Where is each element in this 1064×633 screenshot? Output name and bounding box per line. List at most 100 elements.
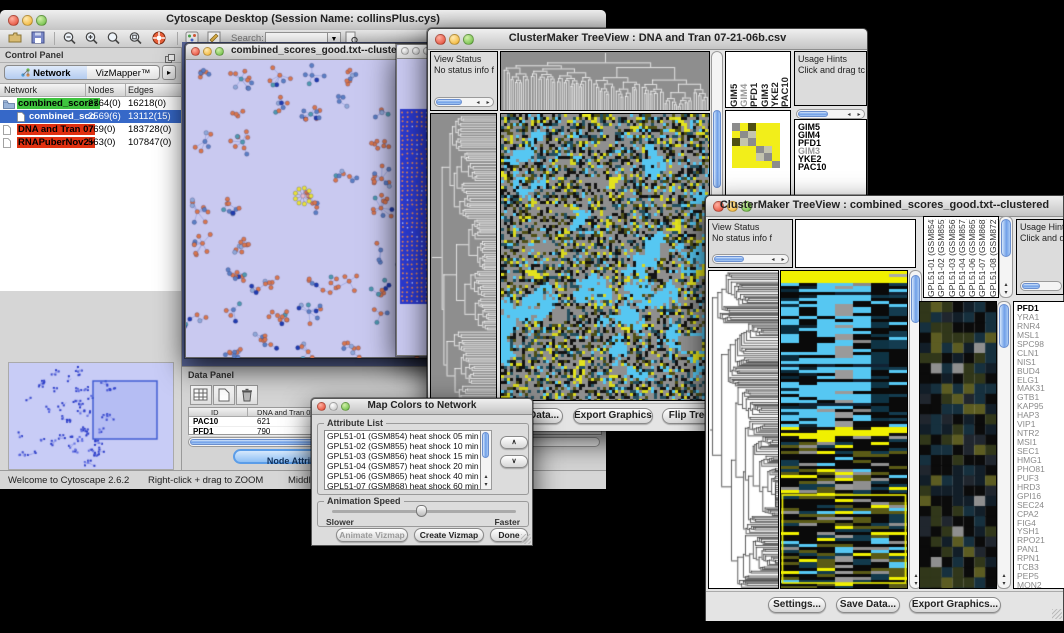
matrix-cell[interactable] [740, 153, 748, 161]
scroll-left-icon[interactable] [844, 112, 854, 118]
tv2-row-dendrogram[interactable] [709, 271, 778, 588]
create-vizmap-button[interactable]: Create Vizmap [414, 528, 484, 542]
scroll-up-icon[interactable] [481, 474, 491, 480]
export-graphics-button[interactable]: Export Graphics... [909, 597, 1001, 613]
rot-item[interactable]: GPL51-01 (GSM854) [926, 219, 936, 297]
animate-vizmap-button[interactable]: Animate Vizmap [336, 528, 408, 542]
rn-item[interactable]: PAC10 [798, 163, 866, 171]
matrix-cell[interactable] [772, 146, 780, 154]
matrix-cell[interactable] [772, 153, 780, 161]
minimize-icon[interactable] [412, 47, 420, 55]
network-tree-row[interactable]: combined_scores2764(0)16218(0) [0, 97, 181, 110]
tab-network[interactable]: Network [4, 65, 88, 80]
tv1-column-labels[interactable]: GIM5GIM4PFD1GIM3YKE2PAC10 [725, 51, 791, 108]
matrix-cell[interactable] [732, 146, 740, 154]
view-status-scrollbar[interactable] [712, 254, 789, 264]
save-icon[interactable] [31, 31, 47, 45]
network-tree-row[interactable]: DNA and Tran 07769(0)183728(0) [0, 123, 181, 136]
matrix-cell[interactable] [756, 146, 764, 154]
matrix-cell[interactable] [764, 161, 772, 169]
scroll-right-icon[interactable] [854, 112, 864, 118]
move-down-button[interactable]: ∨ [500, 455, 528, 468]
rot-item[interactable]: GPL51-03 (GSM856) [947, 219, 957, 297]
tv2-collabel-scrollbar[interactable] [999, 216, 1013, 298]
matrix-cell[interactable] [764, 131, 772, 139]
open-file-icon[interactable] [8, 31, 24, 45]
rot-item[interactable]: YKE2 [770, 54, 780, 107]
matrix-cell[interactable] [740, 146, 748, 154]
matrix-cell[interactable] [756, 123, 764, 131]
attribute-list[interactable]: GPL51-01 (GSM854) heat shock 05 minGPL51… [324, 430, 481, 490]
matrix-cell[interactable] [740, 123, 748, 131]
rot-item[interactable]: GIM4 [739, 54, 749, 107]
matrix-cell[interactable] [748, 146, 756, 154]
export-graphics-button[interactable]: Export Graphics... [573, 408, 653, 424]
col-header-network[interactable]: Network [4, 85, 37, 95]
tv1-heatmap[interactable] [501, 114, 709, 400]
resize-grip[interactable] [521, 534, 531, 544]
resize-grip[interactable] [1052, 609, 1062, 619]
att-item[interactable]: GPL51-07 (GSM868) heat shock 60 min [327, 481, 480, 490]
attribute-list-scrollbar[interactable] [481, 430, 492, 490]
matrix-cell[interactable] [756, 153, 764, 161]
tv2-gene-list[interactable]: PFD1YRA1RNR4MSL1SPC98CLN1NIS1BUD4ELG1MAK… [1013, 301, 1064, 589]
matrix-cell[interactable] [748, 161, 756, 169]
matrix-cell[interactable] [732, 161, 740, 169]
scroll-right-icon[interactable] [483, 100, 493, 106]
matrix-cell[interactable] [748, 153, 756, 161]
scroll-up-icon[interactable] [1001, 282, 1011, 288]
tv1-usage-hints-scrollbar[interactable] [796, 109, 865, 119]
matrix-cell[interactable] [772, 161, 780, 169]
att-item[interactable]: GPL51-01 (GSM854) heat shock 05 min [327, 431, 480, 441]
settings-button[interactable]: Settings... [768, 597, 826, 613]
tab-overflow-icon[interactable] [162, 65, 176, 80]
network-tree-row[interactable]: RNAPuberNov2+563(0)107847(0) [0, 136, 181, 149]
tv1-column-dendrogram[interactable] [501, 52, 709, 110]
scroll-down-icon[interactable] [999, 581, 1009, 587]
close-icon[interactable] [191, 47, 200, 56]
usage-hints-scrollbar[interactable] [1020, 281, 1062, 291]
matrix-cell[interactable] [764, 123, 772, 131]
network-tree-row[interactable]: combined_sco2569(6)13112(15) [0, 110, 181, 123]
matrix-cell[interactable] [772, 123, 780, 131]
matrix-cell[interactable] [772, 131, 780, 139]
col-header-nodes[interactable]: Nodes [88, 85, 114, 95]
new-attribute-icon[interactable] [213, 385, 235, 405]
rot-item[interactable]: GIM5 [729, 54, 739, 107]
rot-item[interactable]: PFD1 [749, 54, 759, 107]
col-header-edges[interactable]: Edges [128, 85, 154, 95]
att-item[interactable]: GPL51-03 (GSM856) heat shock 15 min [327, 451, 480, 461]
zoom-window-icon[interactable] [215, 47, 224, 56]
matrix-cell[interactable] [740, 131, 748, 139]
network-overview-thumbnail[interactable] [8, 362, 174, 470]
save-data-button[interactable]: Save Data... [836, 597, 900, 613]
scroll-up-icon[interactable] [999, 573, 1009, 579]
att-item[interactable]: GPL51-02 (GSM855) heat shock 10 min [327, 441, 480, 451]
tv2-column-labels[interactable]: GPL51-01 (GSM854)GPL51-02 (GSM855)GPL51-… [923, 216, 999, 298]
close-icon[interactable] [401, 47, 409, 55]
scroll-down-icon[interactable] [1001, 290, 1011, 296]
delete-attribute-icon[interactable] [236, 385, 258, 405]
matrix-cell[interactable] [756, 138, 764, 146]
table-view-icon[interactable] [190, 385, 212, 405]
rot-item[interactable]: GIM3 [760, 54, 770, 107]
scroll-right-icon[interactable] [778, 257, 788, 263]
scroll-left-icon[interactable] [768, 257, 778, 263]
rot-item[interactable]: PAC10 [780, 54, 790, 107]
animation-slider-thumb[interactable] [416, 505, 427, 517]
matrix-cell[interactable] [732, 131, 740, 139]
matrix-cell[interactable] [764, 153, 772, 161]
matrix-cell[interactable] [748, 123, 756, 131]
tv2-zoom-vscrollbar[interactable] [997, 301, 1011, 589]
matrix-cell[interactable] [740, 161, 748, 169]
zoom-in-icon[interactable] [84, 31, 100, 45]
rot-item[interactable]: GPL51-02 (GSM855) [936, 219, 946, 297]
tab-vizmapper[interactable]: VizMapper™ [87, 65, 160, 80]
rot-item[interactable]: GPL51-06 (GSM865) [967, 219, 977, 297]
scroll-down-icon[interactable] [481, 482, 491, 488]
matrix-cell[interactable] [772, 138, 780, 146]
help-lifesaver-icon[interactable] [152, 31, 168, 45]
tv1-row-dendrogram[interactable] [431, 114, 496, 400]
matrix-cell[interactable] [740, 138, 748, 146]
zoom-out-icon[interactable] [62, 31, 78, 45]
